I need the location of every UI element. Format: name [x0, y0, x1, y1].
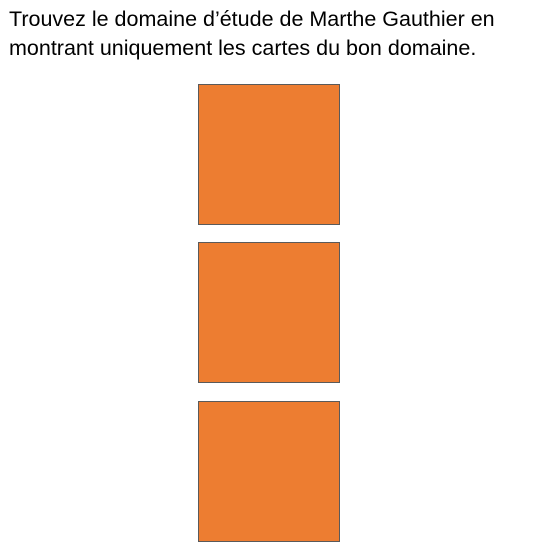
- instruction-text: Trouvez le domaine d’étude de Marthe Gau…: [9, 5, 541, 63]
- instruction-line-1: Trouvez le domaine d’étude de Marthe Gau…: [9, 7, 495, 31]
- instruction-line-2: montrant uniquement les cartes du bon do…: [9, 36, 477, 60]
- card-1[interactable]: [198, 84, 340, 225]
- card-3[interactable]: [198, 401, 340, 542]
- card-2[interactable]: [198, 242, 340, 383]
